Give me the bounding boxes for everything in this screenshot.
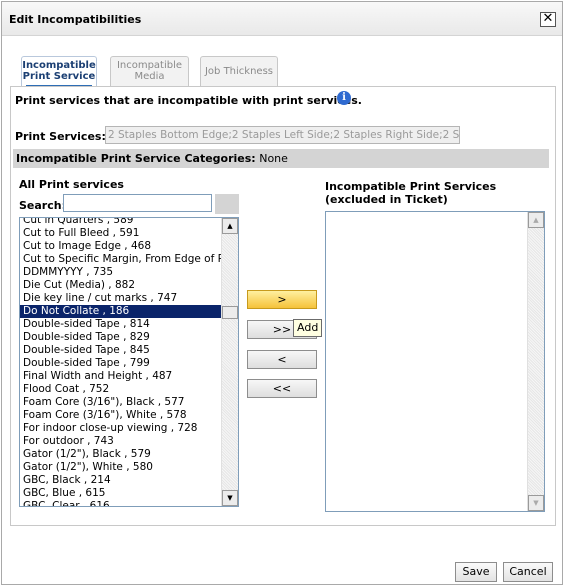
info-icon[interactable]: i <box>337 91 351 105</box>
list-item[interactable]: Cut in Quarters , 589 <box>20 218 223 227</box>
scroll-up-icon[interactable]: ▲ <box>222 218 238 234</box>
edit-incompatibilities-dialog: Edit Incompatibilities ✕ Incompatible Pr… <box>1 1 563 585</box>
panel-heading: Print services that are incompatible wit… <box>15 94 362 107</box>
list-item[interactable]: Die key line / cut marks , 747 <box>20 292 223 305</box>
list-item[interactable]: DDMMYYYY , 735 <box>20 266 223 279</box>
scroll-up-icon[interactable]: ▲ <box>528 212 544 228</box>
all-print-services-label: All Print services <box>19 178 124 191</box>
dialog-title: Edit Incompatibilities <box>9 13 142 26</box>
list-item[interactable]: Cut to Image Edge , 468 <box>20 240 223 253</box>
list-item[interactable]: For outdoor , 743 <box>20 435 223 448</box>
categories-bar: Incompatible Print Service Categories: N… <box>13 149 549 168</box>
tab-label: Job Thickness <box>204 66 274 77</box>
list-item[interactable]: Cut to Full Bleed , 591 <box>20 227 223 240</box>
title-bar: Edit Incompatibilities ✕ <box>2 2 562 36</box>
list-item[interactable]: Die Cut (Media) , 882 <box>20 279 223 292</box>
list-items: Cut in Quarters , 589 Cut to Full Bleed ,… <box>20 218 223 506</box>
list-item[interactable]: GBC, Black , 214 <box>20 474 223 487</box>
list-item[interactable]: Gator (1/2"), Black , 579 <box>20 448 223 461</box>
list-item[interactable]: Double-sided Tape , 845 <box>20 344 223 357</box>
remove-button[interactable]: < <box>247 350 317 369</box>
categories-value: None <box>259 152 288 165</box>
categories-label: Incompatible Print Service Categories: <box>16 152 256 165</box>
scroll-down-icon[interactable]: ▼ <box>528 495 544 511</box>
list-item[interactable]: Double-sided Tape , 799 <box>20 357 223 370</box>
list-item[interactable]: GBC, Clear , 616 <box>20 500 223 506</box>
search-button-area <box>215 194 239 214</box>
incompatible-services-label: Incompatible Print Services (excluded in… <box>325 180 497 206</box>
save-button[interactable]: Save <box>455 562 497 582</box>
tab-incompatible-media[interactable]: Incompatible Media <box>110 56 189 86</box>
cancel-button[interactable]: Cancel <box>503 562 553 582</box>
list-scrollbar[interactable]: ▲ ▼ <box>221 218 238 506</box>
print-services-field: 2 Staples Bottom Edge;2 Staples Left Sid… <box>105 126 460 144</box>
close-icon[interactable]: ✕ <box>540 12 556 27</box>
remove-all-button[interactable]: << <box>247 379 317 398</box>
tab-label-line1: Incompatible <box>22 60 96 71</box>
list-item[interactable]: GBC, Blue , 615 <box>20 487 223 500</box>
list-item[interactable]: Final Width and Height , 487 <box>20 370 223 383</box>
list-item[interactable]: Foam Core (3/16"), Black , 577 <box>20 396 223 409</box>
list-item[interactable]: Flood Coat , 752 <box>20 383 223 396</box>
scroll-down-icon[interactable]: ▼ <box>222 490 238 506</box>
tab-label-line2: Print Service <box>22 71 96 82</box>
tab-job-thickness[interactable]: Job Thickness <box>200 56 278 86</box>
incompatible-services-list[interactable]: ▲ ▼ <box>325 211 545 512</box>
tab-label-line1: Incompatible <box>116 60 183 71</box>
list-item[interactable]: Cut to Specific Margin, From Edge of Pap… <box>20 253 223 266</box>
list-item[interactable]: Foam Core (3/16"), White , 578 <box>20 409 223 422</box>
tab-incompatible-print-service[interactable]: Incompatible Print Service <box>21 56 97 87</box>
search-input[interactable] <box>63 194 212 212</box>
add-tooltip: Add <box>293 319 323 337</box>
tab-panel: Print services that are incompatible wit… <box>10 86 556 526</box>
right-list-scrollbar[interactable]: ▲ ▼ <box>527 212 544 511</box>
search-label: Search: <box>19 199 66 212</box>
list-item[interactable]: Do Not Collate , 186 <box>20 305 223 318</box>
list-item[interactable]: Gator (1/2"), White , 580 <box>20 461 223 474</box>
all-print-services-list[interactable]: Cut in Quarters , 589 Cut to Full Bleed ,… <box>19 217 239 507</box>
list-item[interactable]: For indoor close-up viewing , 728 <box>20 422 223 435</box>
print-services-label: Print Services: <box>15 130 106 143</box>
add-button[interactable]: > <box>247 290 317 309</box>
scroll-thumb[interactable] <box>222 306 238 319</box>
list-item[interactable]: Double-sided Tape , 829 <box>20 331 223 344</box>
tab-label-line2: Media <box>134 71 165 82</box>
list-item[interactable]: Double-sided Tape , 814 <box>20 318 223 331</box>
